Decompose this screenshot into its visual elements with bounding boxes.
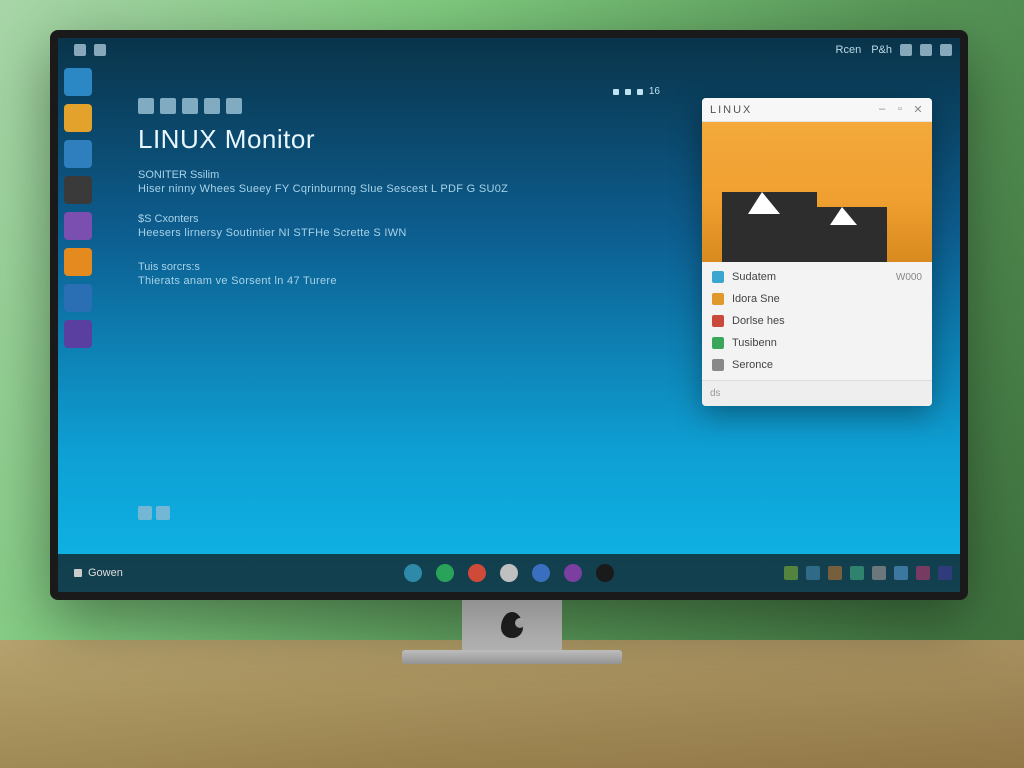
maximize-button[interactable]: ▫ (894, 103, 906, 116)
app-icon-8[interactable] (64, 320, 92, 348)
section-text: Hiser ninny Whees Sueey FY Cqrinburnng S… (138, 183, 670, 195)
list-item[interactable]: Idora Sne (702, 288, 932, 310)
app-icon-1[interactable] (64, 68, 92, 96)
toolbar-icon[interactable] (226, 98, 242, 114)
list-item-label: Idora Sne (732, 293, 780, 305)
side-window-hero (702, 122, 932, 262)
monitor-base (402, 650, 622, 664)
start-label: Gowen (88, 567, 123, 579)
mini-icon[interactable] (156, 506, 170, 520)
app-icon-7[interactable] (64, 284, 92, 312)
section-label: SONITER Ssilim (138, 169, 670, 181)
main-toolbar (138, 98, 670, 114)
tray-8[interactable] (938, 566, 952, 580)
app-icon-6[interactable] (64, 248, 92, 276)
list-item-label: Tusibenn (732, 337, 777, 349)
menu-icon[interactable] (94, 44, 106, 56)
list-item[interactable]: Sudatem W000 (702, 266, 932, 288)
toolbar-icon[interactable] (182, 98, 198, 114)
menubar-item[interactable]: P&h (871, 44, 892, 56)
tray-4[interactable] (850, 566, 864, 580)
section-text: Thierats anam ve Sorsent ln 47 Turere (138, 275, 670, 287)
window-controls: – ▫ ✕ (876, 103, 924, 116)
list-item-icon (712, 315, 724, 327)
indicator-dot-icon (613, 89, 619, 95)
side-window: LINUX – ▫ ✕ Sudatem W000 Idora Sne Dorlse h… (702, 98, 932, 406)
toolbar-icon[interactable] (160, 98, 176, 114)
start-button[interactable]: Gowen (66, 563, 131, 583)
mountain-icon (807, 207, 887, 262)
indicator-dot-icon (625, 89, 631, 95)
app-icon-5[interactable] (64, 212, 92, 240)
toolbar-icon[interactable] (138, 98, 154, 114)
taskbar: Gowen (58, 554, 960, 592)
app-a[interactable] (404, 564, 422, 582)
main-window: LINUX Monitor SONITER Ssilim Hiser ninny… (138, 98, 670, 532)
list-item-icon (712, 271, 724, 283)
desktop-icons-column (64, 68, 110, 348)
app-d[interactable] (500, 564, 518, 582)
close-button[interactable]: ✕ (912, 103, 924, 116)
app-icon-2[interactable] (64, 104, 92, 132)
tray-6[interactable] (894, 566, 908, 580)
monitor-frame: Rcen P&h 16 LINUX Monitor SONIT (50, 30, 968, 600)
mountain-icon (722, 192, 817, 262)
start-icon (74, 569, 82, 577)
toolbar-icon[interactable] (204, 98, 220, 114)
list-item-value: W000 (896, 272, 922, 283)
tray-2[interactable] (806, 566, 820, 580)
section-label: $S Cxonters (138, 213, 670, 225)
side-window-list: Sudatem W000 Idora Sne Dorlse hes Tusibenn Se… (702, 262, 932, 380)
app-icon-4[interactable] (64, 176, 92, 204)
app-g[interactable] (596, 564, 614, 582)
app-f[interactable] (564, 564, 582, 582)
side-window-title: LINUX (710, 104, 752, 116)
taskbar-apps (404, 564, 614, 582)
window-title: LINUX Monitor (138, 124, 670, 155)
minimize-button[interactable]: – (876, 103, 888, 116)
status-indicators: 16 (613, 86, 660, 97)
tray-1[interactable] (784, 566, 798, 580)
indicator-value: 16 (649, 86, 660, 97)
footer-label: ds (710, 388, 721, 399)
list-item-label: Dorlse hes (732, 315, 785, 327)
tray-3[interactable] (828, 566, 842, 580)
side-window-titlebar[interactable]: LINUX – ▫ ✕ (702, 98, 932, 122)
tray-5[interactable] (872, 566, 886, 580)
status-icon[interactable] (940, 44, 952, 56)
list-item[interactable]: Seronce (702, 354, 932, 376)
apple-logo-icon (501, 612, 523, 638)
side-window-footer: ds (702, 380, 932, 406)
status-icon[interactable] (900, 44, 912, 56)
mini-icon-row (138, 506, 170, 520)
list-item-icon (712, 359, 724, 371)
tray-7[interactable] (916, 566, 930, 580)
status-icon[interactable] (920, 44, 932, 56)
app-c[interactable] (468, 564, 486, 582)
section-label: Tuis sorcrs:s (138, 261, 670, 273)
menu-icon[interactable] (74, 44, 86, 56)
list-item-label: Seronce (732, 359, 773, 371)
desktop-screen: Rcen P&h 16 LINUX Monitor SONIT (58, 38, 960, 592)
list-item-icon (712, 293, 724, 305)
list-item-label: Sudatem (732, 271, 776, 283)
list-item[interactable]: Dorlse hes (702, 310, 932, 332)
menubar-item[interactable]: Rcen (836, 44, 862, 56)
list-item[interactable]: Tusibenn (702, 332, 932, 354)
menubar: Rcen P&h (58, 38, 960, 62)
app-e[interactable] (532, 564, 550, 582)
section-text: Heesers lirnersy Soutintier NI STFHe Scr… (138, 227, 670, 239)
mini-icon[interactable] (138, 506, 152, 520)
list-item-icon (712, 337, 724, 349)
system-tray (784, 566, 952, 580)
app-b[interactable] (436, 564, 454, 582)
indicator-dot-icon (637, 89, 643, 95)
app-icon-3[interactable] (64, 140, 92, 168)
